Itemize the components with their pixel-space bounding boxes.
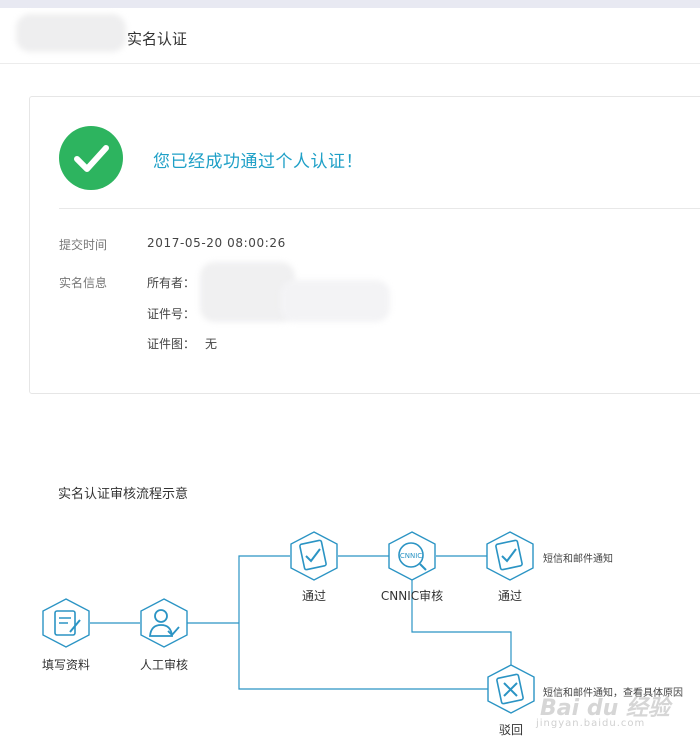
baidu-watermark-url: jingyan.baidu.com [536, 718, 646, 729]
verification-result-card [29, 96, 700, 394]
node-label-cnnic-review: CNNIC审核 [380, 589, 444, 603]
line-branch-lower [238, 623, 488, 690]
node-label-pass-right: 通过 [497, 589, 523, 603]
node-label-pass-upper: 通过 [301, 589, 327, 603]
node-label-reject: 驳回 [498, 723, 524, 737]
real-name-info-label: 实名信息 [59, 276, 108, 290]
blurred-id-info [280, 280, 390, 322]
node-fill-info-icon [42, 598, 90, 648]
id-image-value: 无 [205, 337, 218, 351]
node-label-fill: 填写资料 [41, 658, 91, 672]
notify-pass-note: 短信和邮件通知 [543, 554, 613, 565]
node-cnnic-review-icon: CNNIC [388, 531, 436, 581]
success-check-icon [59, 126, 123, 190]
node-reject-icon [487, 664, 535, 714]
top-bar: 实名认证 [0, 0, 700, 64]
line-branch-upper [238, 555, 290, 623]
submit-time-value: 2017-05-20 08:00:26 [147, 236, 286, 250]
node-pass-right-icon [486, 531, 534, 581]
id-image-label: 证件图： [147, 337, 196, 351]
id-number-label: 证件号： [147, 307, 196, 321]
success-message: 您已经成功通过个人认证！ [153, 152, 363, 172]
submit-time-label: 提交时间 [59, 238, 108, 252]
blurred-account-name [16, 14, 126, 52]
card-divider [59, 208, 700, 209]
owner-label: 所有者： [147, 276, 196, 290]
node-label-manual-review: 人工审核 [139, 658, 189, 672]
node-pass-upper-icon [290, 531, 338, 581]
cnnic-icon-text: CNNIC [400, 552, 422, 560]
page-title: 实名认证 [127, 30, 188, 48]
node-manual-review-icon [140, 598, 188, 648]
